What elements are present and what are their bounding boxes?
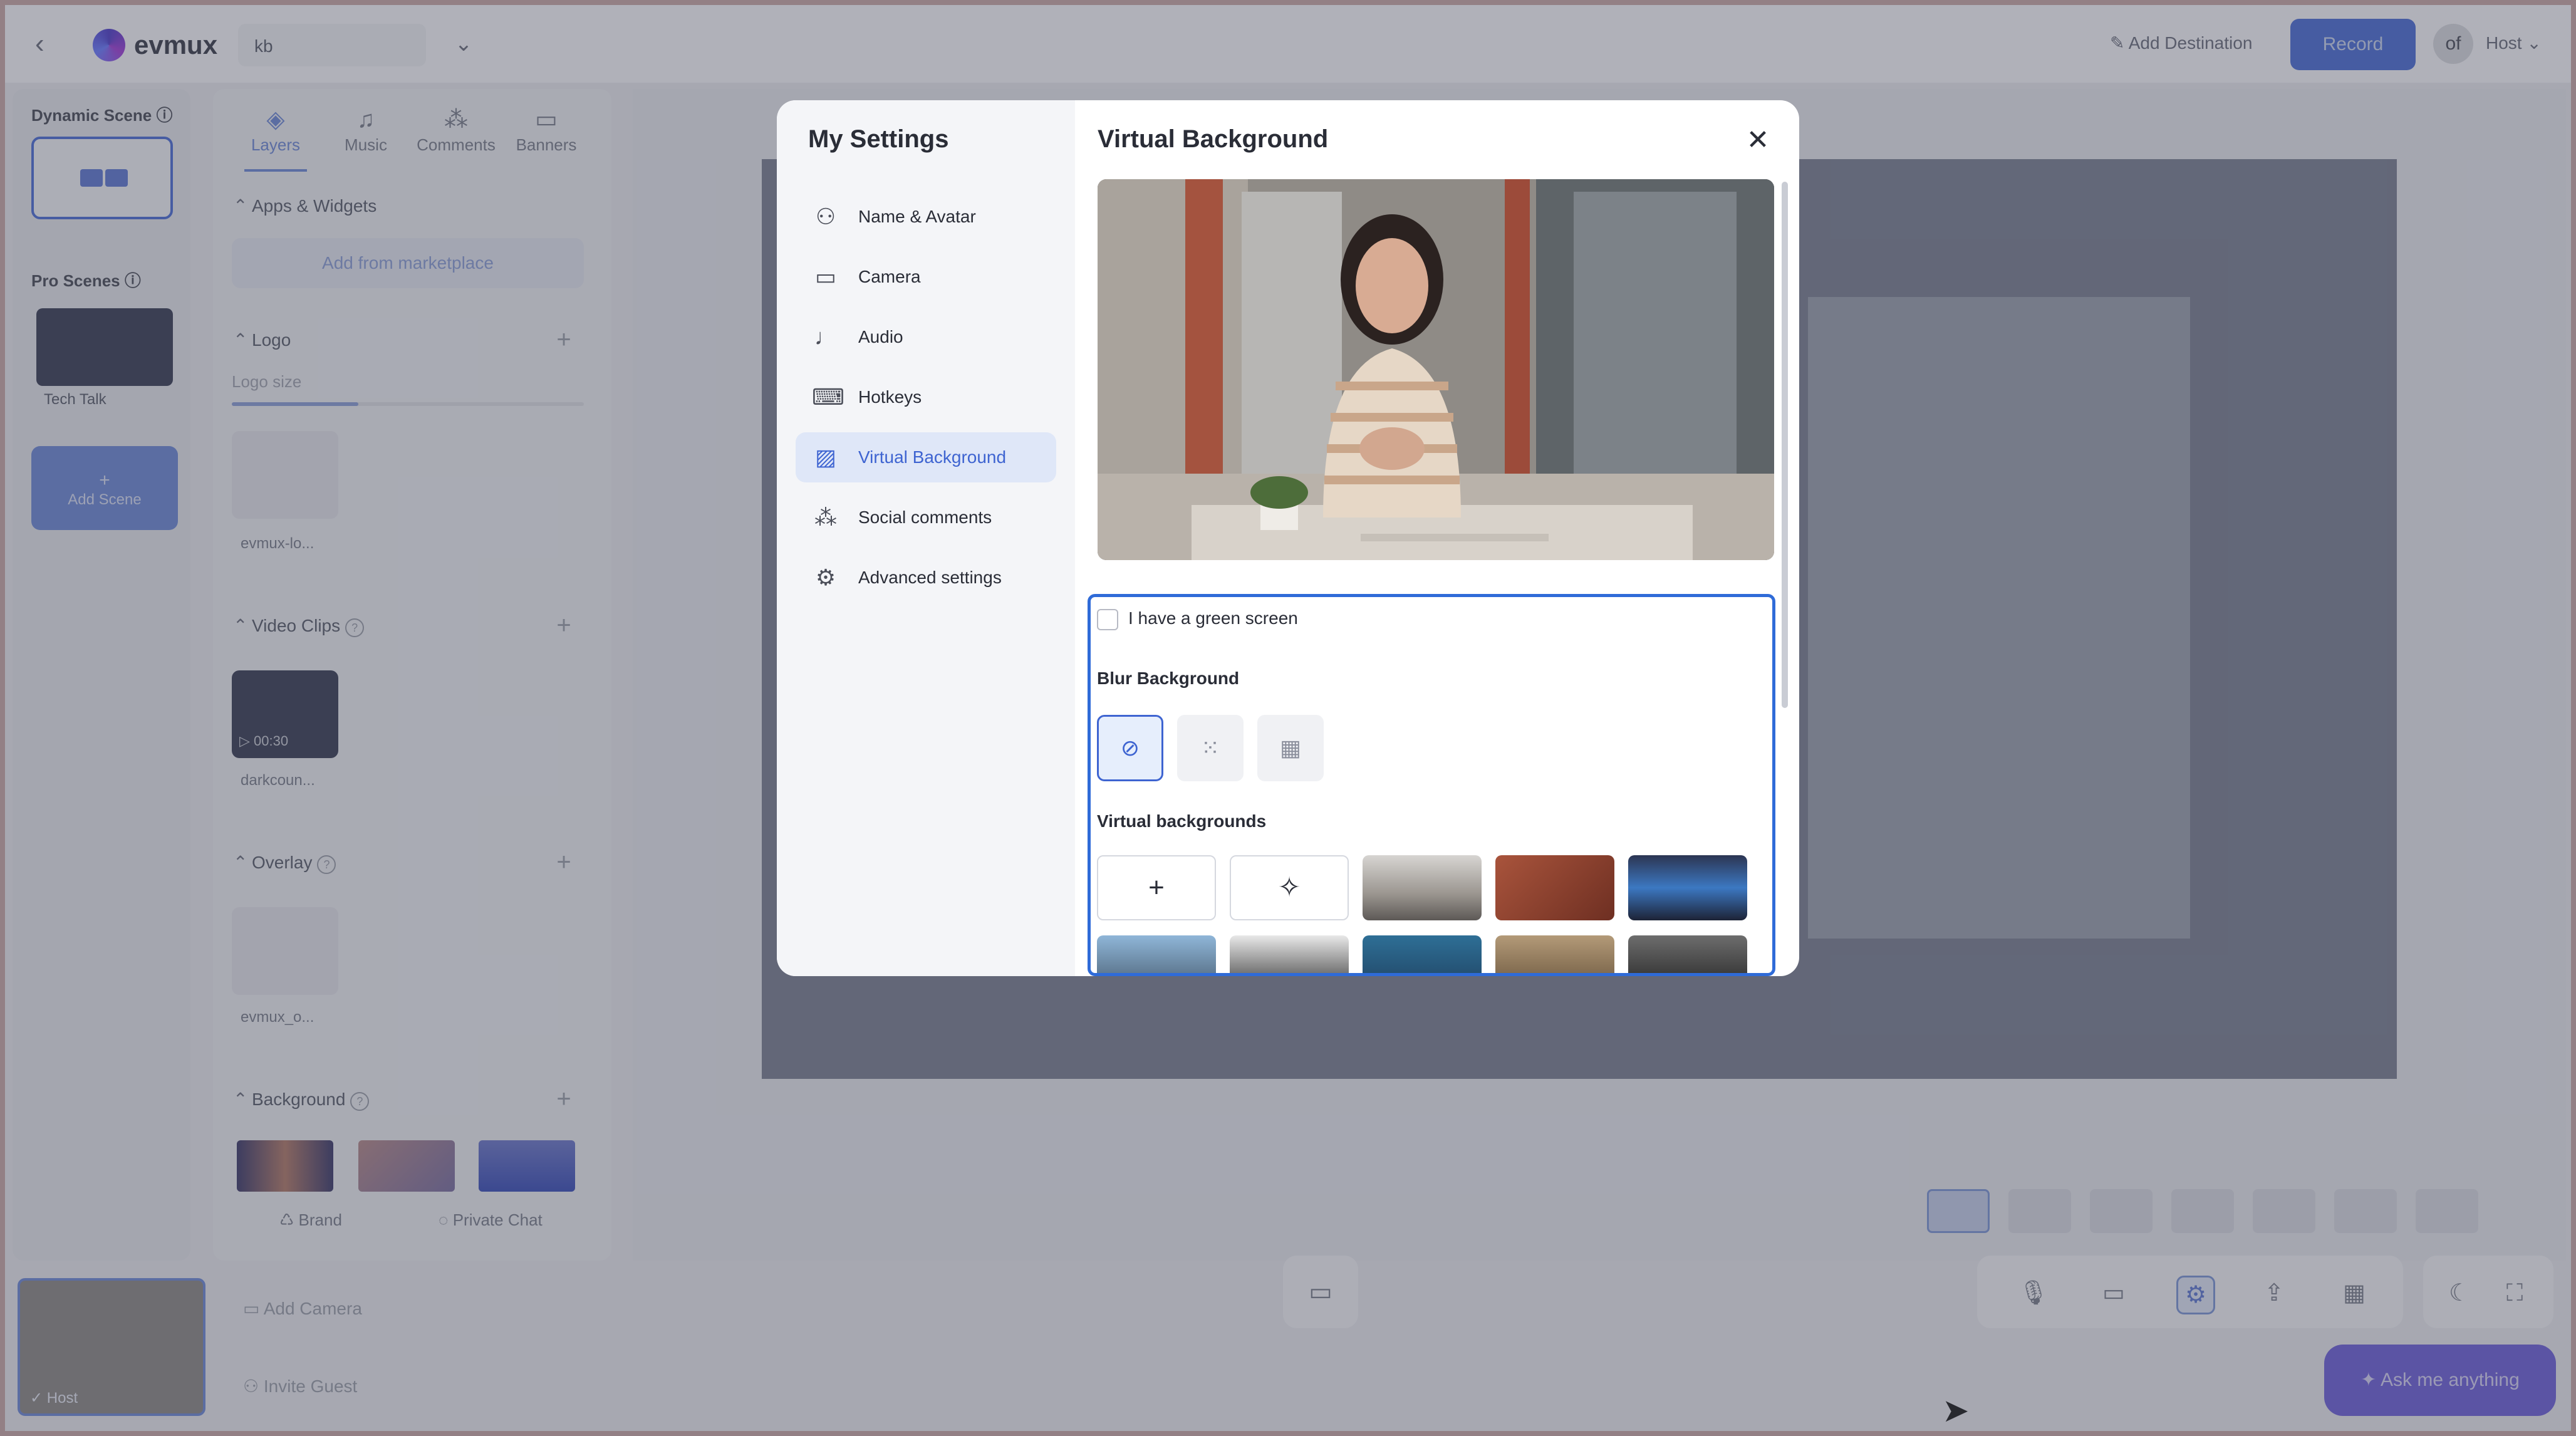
preview-image: [1098, 179, 1774, 560]
background-option[interactable]: [1230, 935, 1349, 973]
blur-strong-option[interactable]: ▦: [1257, 715, 1324, 781]
nav-virtual-background[interactable]: ▨ Virtual Background: [796, 432, 1056, 482]
gear-icon: ⚙: [815, 565, 836, 590]
generate-background-button[interactable]: ✧: [1230, 855, 1349, 920]
background-option[interactable]: [1495, 855, 1614, 920]
background-option[interactable]: [1097, 935, 1216, 973]
nav-audio[interactable]: ♩ Audio: [796, 312, 1056, 362]
background-option[interactable]: [1363, 855, 1482, 920]
settings-scrollbar[interactable]: [1782, 182, 1788, 708]
social-icon: ⁂: [814, 504, 837, 530]
image-icon: ▨: [814, 444, 836, 470]
modal-title: My Settings: [808, 125, 949, 153]
settings-sidebar: My Settings ⚇ Name & Avatar ▭ Camera ♩ Audi…: [777, 100, 1075, 976]
green-screen-toggle[interactable]: I have a green screen: [1097, 608, 1298, 630]
camera-preview: [1098, 179, 1774, 560]
close-icon[interactable]: ✕: [1744, 127, 1772, 154]
nav-hotkeys[interactable]: ⌨ Hotkeys: [796, 372, 1056, 422]
background-option[interactable]: [1628, 935, 1747, 973]
microphone-icon: ♩: [814, 324, 837, 350]
upload-background-button[interactable]: +: [1097, 855, 1216, 920]
magic-wand-icon: ✧: [1277, 872, 1301, 903]
blur-none-option[interactable]: ⊘: [1097, 715, 1163, 781]
nav-advanced-settings[interactable]: ⚙ Advanced settings: [796, 553, 1056, 603]
blur-light-icon: ⁙: [1200, 735, 1220, 761]
settings-modal: My Settings ⚇ Name & Avatar ▭ Camera ♩ Audi…: [777, 100, 1799, 976]
keyboard-icon: ⌨: [812, 384, 844, 410]
nav-camera[interactable]: ▭ Camera: [796, 252, 1056, 302]
blur-light-option[interactable]: ⁙: [1177, 715, 1244, 781]
background-options: I have a green screen Blur Background ⊘ …: [1088, 594, 1775, 976]
nav-social-comments[interactable]: ⁂ Social comments: [796, 492, 1056, 543]
plus-icon: +: [1148, 872, 1165, 903]
virtual-backgrounds-title: Virtual backgrounds: [1097, 811, 1267, 831]
blur-title: Blur Background: [1097, 669, 1240, 688]
camera-icon: ▭: [814, 264, 836, 289]
background-option[interactable]: [1628, 855, 1747, 920]
background-option[interactable]: [1495, 935, 1614, 973]
checkbox[interactable]: [1097, 608, 1118, 630]
blur-strong-icon: ▦: [1279, 735, 1301, 761]
no-blur-icon: ⊘: [1120, 735, 1140, 761]
user-icon: ⚇: [815, 204, 836, 229]
background-option[interactable]: [1363, 935, 1482, 973]
content-title: Virtual Background: [1098, 125, 1329, 153]
nav-name-avatar[interactable]: ⚇ Name & Avatar: [796, 192, 1056, 242]
